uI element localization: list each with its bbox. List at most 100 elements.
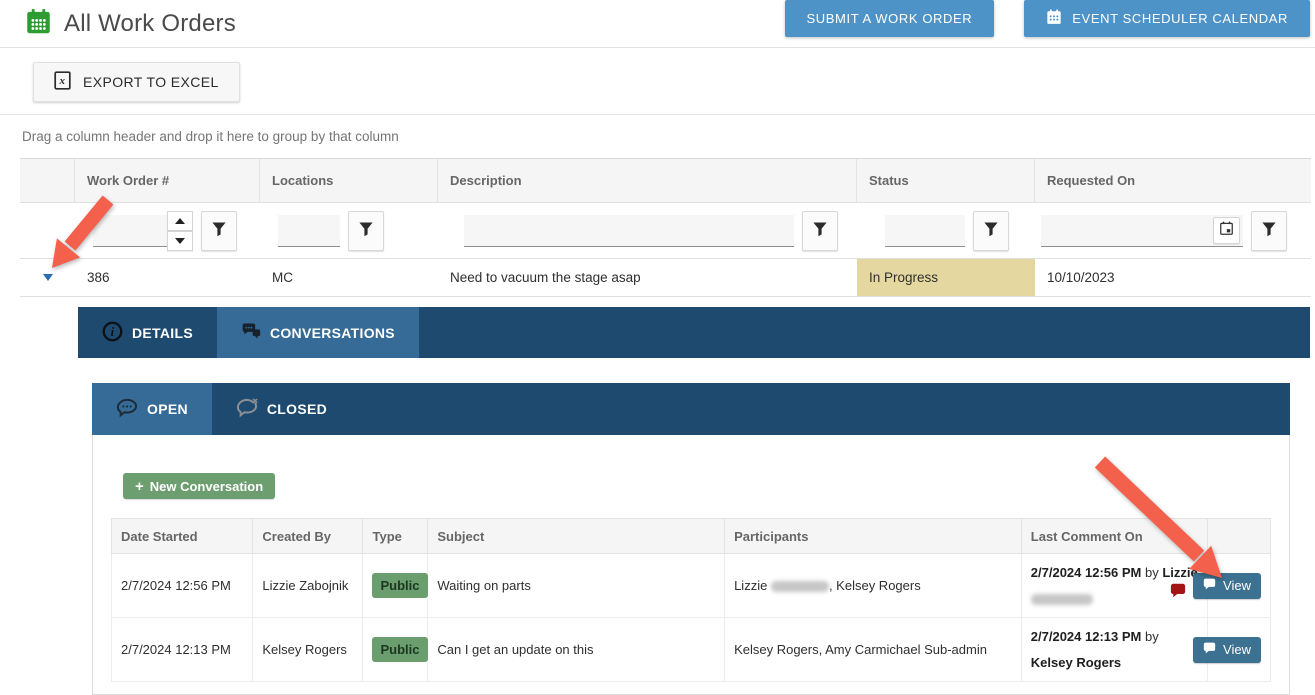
col-participants[interactable]: Participants [725, 519, 1022, 554]
description-filter-button[interactable] [802, 211, 838, 251]
number-stepper [167, 211, 193, 251]
info-icon: i [102, 321, 123, 345]
event-scheduler-calendar-label: EVENT SCHEDULER CALENDAR [1072, 11, 1288, 26]
cell-locations: MC [260, 259, 438, 296]
calendar-icon [1046, 9, 1062, 28]
stepper-down-button[interactable] [167, 231, 193, 251]
col-last-comment[interactable]: Last Comment On [1021, 519, 1208, 554]
col-subject[interactable]: Subject [428, 519, 725, 554]
plus-icon: + [135, 478, 144, 495]
conversations-header-row: Date Started Created By Type Subject Par… [112, 519, 1271, 554]
page-header: All Work Orders SUBMIT A WORK ORDER EVEN… [0, 0, 1315, 48]
stepper-up-button[interactable] [167, 211, 193, 231]
cell-work-order: 386 [75, 259, 260, 296]
calendar-icon [25, 8, 52, 40]
group-by-hint[interactable]: Drag a column header and drop it here to… [0, 115, 1315, 158]
subtab-closed-label: CLOSED [267, 401, 327, 417]
requested-on-filter-button[interactable] [1251, 211, 1287, 251]
export-to-excel-button[interactable]: x EXPORT TO EXCEL [33, 62, 240, 102]
subtab-closed[interactable]: CLOSED [212, 383, 351, 435]
chat-dots-icon [116, 398, 138, 421]
conversation-subtabs: OPEN CLOSED [92, 383, 1290, 435]
grid-header-locations[interactable]: Locations [260, 159, 438, 202]
calendar-icon [1219, 221, 1234, 239]
grid-header-row: Work Order # Locations Description Statu… [20, 159, 1311, 203]
grid-header-expander [20, 159, 75, 202]
tab-details-label: DETAILS [132, 325, 193, 341]
funnel-icon [1261, 221, 1277, 241]
tab-details[interactable]: i DETAILS [78, 307, 217, 358]
row-detail-panel: i DETAILS CONVERSATIONS OPEN CLOSED [78, 307, 1310, 695]
funnel-icon [983, 221, 999, 241]
view-label: View [1223, 642, 1251, 657]
chat-bubble-icon [1203, 578, 1216, 593]
subtab-open-label: OPEN [147, 401, 188, 417]
export-toolbar: x EXPORT TO EXCEL [0, 48, 1315, 115]
grid-header-work-order[interactable]: Work Order # [75, 159, 260, 202]
red-chat-bubble-icon [1170, 583, 1186, 598]
type-badge: Public [372, 573, 427, 598]
view-conversation-button[interactable]: View [1193, 573, 1261, 599]
cell-last-comment: 2/7/2024 12:13 PM by Kelsey Rogers [1021, 618, 1208, 682]
cell-created-by: Lizzie Zabojnik [253, 554, 363, 618]
col-created-by[interactable]: Created By [253, 519, 363, 554]
submit-work-order-label: SUBMIT A WORK ORDER [807, 11, 973, 26]
svg-text:i: i [111, 324, 115, 338]
cell-created-by: Kelsey Rogers [253, 618, 363, 682]
conversations-panel: + New Conversation Date Started Created … [92, 435, 1290, 695]
conversation-row: 2/7/2024 12:13 PM Kelsey Rogers Public C… [112, 618, 1271, 682]
view-conversation-button[interactable]: View [1193, 637, 1261, 663]
chat-closed-icon [236, 398, 258, 421]
svg-text:x: x [59, 75, 66, 87]
chat-bubble-icon [1203, 642, 1216, 657]
new-conversation-label: New Conversation [150, 479, 263, 494]
col-date-started[interactable]: Date Started [112, 519, 253, 554]
excel-icon: x [54, 71, 71, 93]
subtab-open[interactable]: OPEN [92, 383, 212, 435]
new-conversation-button[interactable]: + New Conversation [123, 473, 275, 499]
arrow-down-icon [175, 238, 185, 244]
cell-participants: Lizzie , Kelsey Rogers [725, 554, 1022, 618]
grid-header-description[interactable]: Description [438, 159, 857, 202]
date-picker-button[interactable] [1213, 217, 1240, 244]
event-scheduler-calendar-button[interactable]: EVENT SCHEDULER CALENDAR [1024, 0, 1310, 37]
status-filter-input[interactable] [885, 215, 965, 247]
cell-date-started: 2/7/2024 12:56 PM [112, 554, 253, 618]
detail-tabbar: i DETAILS CONVERSATIONS [78, 307, 1310, 358]
arrow-up-icon [175, 218, 185, 224]
col-actions [1208, 519, 1271, 554]
cell-status: In Progress [857, 259, 1035, 296]
cell-subject: Can I get an update on this [428, 618, 725, 682]
work-order-filter-button[interactable] [201, 211, 237, 251]
redacted-name [771, 581, 829, 592]
conversation-row: 2/7/2024 12:56 PM Lizzie Zabojnik Public… [112, 554, 1271, 618]
grid-header-requested-on[interactable]: Requested On [1035, 159, 1311, 202]
cell-requested-on: 10/10/2023 [1035, 259, 1311, 296]
redacted-name [1031, 594, 1093, 605]
page-title: All Work Orders [64, 10, 236, 38]
locations-filter-input[interactable] [278, 215, 340, 247]
tab-conversations[interactable]: CONVERSATIONS [217, 307, 419, 358]
col-type[interactable]: Type [363, 519, 428, 554]
type-badge: Public [372, 637, 427, 662]
cell-participants: Kelsey Rogers, Amy Carmichael Sub-admin [725, 618, 1022, 682]
conversations-table: Date Started Created By Type Subject Par… [111, 518, 1271, 682]
view-label: View [1223, 578, 1251, 593]
cell-date-started: 2/7/2024 12:13 PM [112, 618, 253, 682]
locations-filter-button[interactable] [348, 211, 384, 251]
status-filter-button[interactable] [973, 211, 1009, 251]
tab-conversations-label: CONVERSATIONS [270, 325, 395, 341]
grid-header-status[interactable]: Status [857, 159, 1035, 202]
grid-filter-row [20, 203, 1311, 259]
funnel-icon [812, 221, 828, 241]
description-filter-input[interactable] [464, 215, 794, 247]
cell-description: Need to vacuum the stage asap [438, 259, 857, 296]
work-orders-grid: Work Order # Locations Description Statu… [20, 158, 1311, 297]
collapse-row-arrow[interactable] [43, 274, 53, 281]
export-to-excel-label: EXPORT TO EXCEL [83, 74, 219, 90]
funnel-icon [211, 221, 227, 241]
submit-work-order-button[interactable]: SUBMIT A WORK ORDER [785, 0, 995, 37]
work-order-row[interactable]: 386 MC Need to vacuum the stage asap In … [20, 259, 1311, 297]
cell-subject: Waiting on parts [428, 554, 725, 618]
funnel-icon [358, 221, 374, 241]
